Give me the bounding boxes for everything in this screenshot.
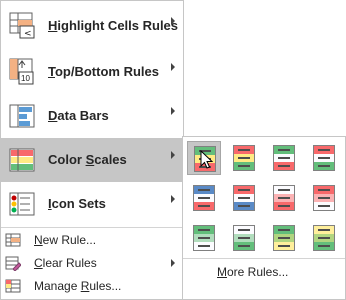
- top-bottom-icon-label: 10: [21, 74, 30, 83]
- mouse-cursor-icon: [200, 150, 214, 169]
- menu-item-label: Highlight Cells Rules: [48, 18, 179, 33]
- menu-item-data-bars[interactable]: Data Bars: [1, 94, 183, 138]
- menu-item-manage-rules[interactable]: Manage Rules...: [1, 275, 183, 297]
- menu-item-label: Icon Sets: [48, 196, 106, 211]
- manage-rules-icon: [5, 278, 21, 294]
- color-scale-swatch-icon: [313, 185, 335, 211]
- color-scale-swatch-icon: [313, 225, 335, 251]
- color-scale-swatch-icon: [233, 225, 255, 251]
- icon-sets-icon: [7, 190, 37, 218]
- color-scale-blue-white-red[interactable]: [187, 181, 221, 215]
- color-scale-swatch-icon: [273, 185, 295, 211]
- color-scale-red-white-green[interactable]: [307, 141, 341, 175]
- menu-separator: [1, 227, 183, 228]
- conditional-formatting-menu: < Highlight Cells Rules 10 Top/Bottom Ru…: [0, 0, 184, 300]
- data-bars-icon: [7, 102, 37, 130]
- color-scale-swatch-icon: [193, 185, 215, 211]
- color-scale-white-green[interactable]: [227, 221, 261, 255]
- menu-item-label: Manage Rules...: [34, 279, 122, 293]
- menu-item-label: Data Bars: [48, 108, 109, 123]
- color-scale-white-red[interactable]: [267, 181, 301, 215]
- chevron-right-icon: [171, 195, 175, 203]
- menu-item-label: Clear Rules: [34, 256, 97, 270]
- color-scale-red-yellow-green[interactable]: [227, 141, 261, 175]
- menu-item-label: Top/Bottom Rules: [48, 64, 159, 79]
- menu-item-label: New Rule...: [34, 233, 97, 247]
- chevron-right-icon: [171, 107, 175, 115]
- chevron-right-icon: [171, 259, 175, 267]
- menu-item-icon-sets[interactable]: Icon Sets: [1, 182, 183, 226]
- color-scale-swatch-icon: [233, 145, 255, 171]
- gallery-separator: [183, 258, 345, 259]
- chevron-right-icon: [171, 17, 175, 25]
- color-scale-swatch-icon: [313, 145, 335, 171]
- menu-item-new-rule[interactable]: New Rule...: [1, 229, 183, 251]
- menu-item-color-scales[interactable]: Color Scales: [1, 138, 183, 182]
- color-scale-yellow-green[interactable]: [307, 221, 341, 255]
- color-scale-green-yellow[interactable]: [267, 221, 301, 255]
- highlight-cells-rules-icon: <: [7, 12, 37, 40]
- svg-text:<: <: [24, 29, 32, 39]
- chevron-right-icon: [171, 151, 175, 159]
- menu-item-top-bottom-rules[interactable]: 10 Top/Bottom Rules: [1, 50, 183, 94]
- color-scale-swatch-icon: [273, 225, 295, 251]
- new-rule-icon: [5, 232, 21, 248]
- more-rules-link[interactable]: More Rules...: [217, 265, 288, 279]
- menu-item-label: Color Scales: [48, 152, 127, 167]
- clear-rules-icon: [5, 255, 22, 272]
- color-scale-green-white[interactable]: [187, 221, 221, 255]
- color-scale-green-white-red[interactable]: [267, 141, 301, 175]
- color-scale-swatch-icon: [233, 185, 255, 211]
- color-scale-swatch-icon: [273, 145, 295, 171]
- top-bottom-rules-icon: 10: [7, 58, 37, 86]
- color-scale-swatch-icon: [193, 225, 215, 251]
- color-scale-red-white[interactable]: [307, 181, 341, 215]
- color-scales-icon: [7, 146, 37, 174]
- menu-item-highlight-cells-rules[interactable]: < Highlight Cells Rules: [1, 4, 183, 48]
- chevron-right-icon: [171, 63, 175, 71]
- color-scale-red-white-blue[interactable]: [227, 181, 261, 215]
- menu-item-clear-rules[interactable]: Clear Rules: [1, 252, 183, 274]
